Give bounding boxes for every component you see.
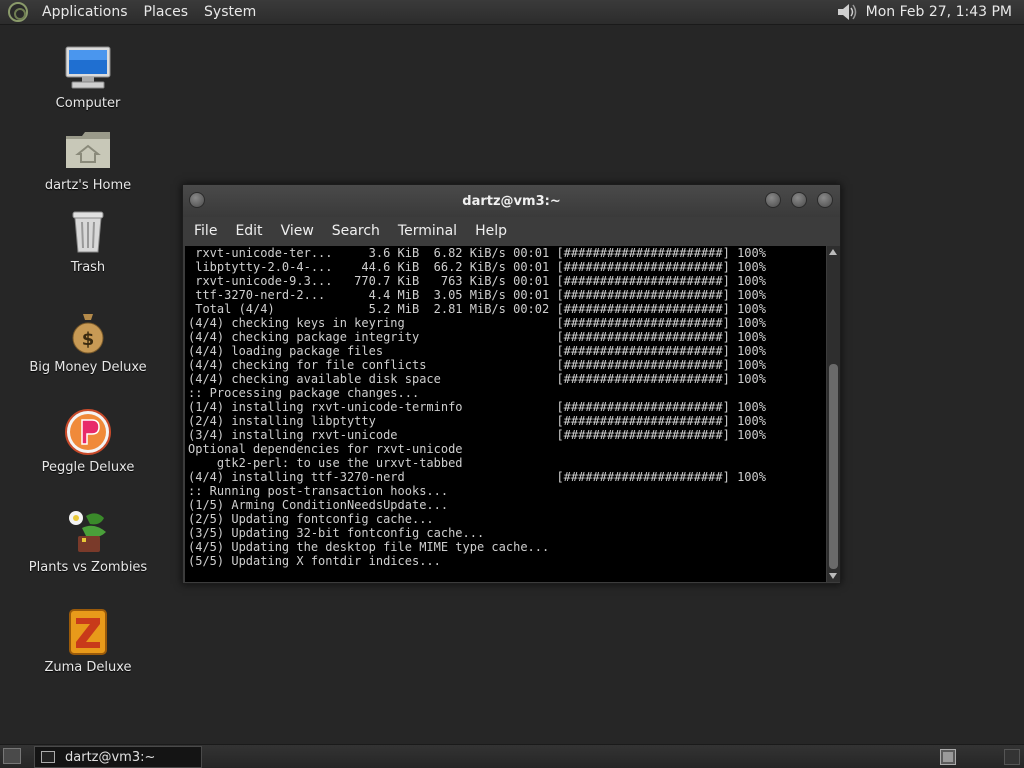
desktop-icon-zuma[interactable]: Zuma Deluxe xyxy=(18,608,158,675)
terminal-line: (4/4) checking available disk space [###… xyxy=(188,372,766,386)
terminal-line: rxvt-unicode-9.3... 770.7 KiB 763 KiB/s … xyxy=(188,274,766,288)
show-desktop-icon[interactable] xyxy=(3,748,21,764)
desktop-icon-label: Peggle Deluxe xyxy=(41,460,135,475)
plants-icon xyxy=(64,508,112,556)
desktop-icon-label: Zuma Deluxe xyxy=(44,660,132,675)
window-titlebar[interactable]: dartz@vm3:~ xyxy=(183,185,840,217)
zuma-icon xyxy=(64,608,112,656)
menu-terminal[interactable]: Terminal xyxy=(389,223,466,239)
window-menu-icon[interactable] xyxy=(189,192,205,208)
terminal-line: (4/4) checking for file conflicts [#####… xyxy=(188,358,766,372)
terminal-scrollbar[interactable] xyxy=(827,246,840,582)
terminal-line: (4/4) installing ttf-3270-nerd [########… xyxy=(188,470,766,484)
terminal-line: (2/4) installing libptytty [############… xyxy=(188,414,766,428)
terminal-line: (3/4) installing rxvt-unicode [#########… xyxy=(188,428,766,442)
minimize-button[interactable] xyxy=(765,192,781,208)
trash-applet-icon[interactable] xyxy=(1004,749,1020,765)
terminal-menubar: File Edit View Search Terminal Help xyxy=(183,217,840,244)
volume-icon[interactable] xyxy=(836,2,858,22)
desktop-icon-home[interactable]: dartz's Home xyxy=(18,126,158,193)
terminal-line: (4/4) checking keys in keyring [########… xyxy=(188,316,766,330)
trash-icon xyxy=(64,208,112,256)
top-panel: Applications Places System Mon Feb 27, 1… xyxy=(0,0,1024,25)
desktop-icon-label: Plants vs Zombies xyxy=(28,560,148,575)
terminal-window[interactable]: dartz@vm3:~ File Edit View Search Termin… xyxy=(182,184,841,584)
terminal-output[interactable]: rxvt-unicode-ter... 3.6 KiB 6.82 KiB/s 0… xyxy=(185,246,826,582)
desktop-icon-trash[interactable]: Trash xyxy=(18,208,158,275)
terminal-line: (4/4) checking package integrity [######… xyxy=(188,330,766,344)
workspace-switcher[interactable] xyxy=(940,749,956,765)
terminal-line: libptytty-2.0-4-... 44.6 KiB 66.2 KiB/s … xyxy=(188,260,766,274)
menu-file[interactable]: File xyxy=(185,223,226,239)
terminal-line: (1/5) Arming ConditionNeedsUpdate... xyxy=(188,498,449,512)
desktop-icon-computer[interactable]: Computer xyxy=(18,44,158,111)
terminal-line: :: Running post-transaction hooks... xyxy=(188,484,449,498)
menu-view[interactable]: View xyxy=(272,223,323,239)
home-folder-icon xyxy=(64,126,112,174)
desktop-icon-label: Big Money Deluxe xyxy=(29,360,147,375)
clock[interactable]: Mon Feb 27, 1:43 PM xyxy=(866,4,1012,20)
bottom-panel: dartz@vm3:~ xyxy=(0,744,1024,768)
panel-tray: Mon Feb 27, 1:43 PM xyxy=(836,2,1024,22)
menu-edit[interactable]: Edit xyxy=(226,223,271,239)
menu-system[interactable]: System xyxy=(196,0,264,25)
terminal-line: rxvt-unicode-ter... 3.6 KiB 6.82 KiB/s 0… xyxy=(188,246,766,260)
menu-help[interactable]: Help xyxy=(466,223,516,239)
terminal-icon xyxy=(41,751,55,763)
desktop-icon-plants-vs-zombies[interactable]: Plants vs Zombies xyxy=(18,508,158,575)
terminal-line: ttf-3270-nerd-2... 4.4 MiB 3.05 MiB/s 00… xyxy=(188,288,766,302)
desktop-icon-big-money[interactable]: $ Big Money Deluxe xyxy=(18,308,158,375)
scroll-thumb[interactable] xyxy=(829,364,838,569)
menu-search[interactable]: Search xyxy=(323,223,389,239)
distro-logo-icon[interactable] xyxy=(8,2,28,22)
terminal-line: gtk2-perl: to use the urxvt-tabbed xyxy=(188,456,463,470)
desktop-icon-peggle[interactable]: Peggle Deluxe xyxy=(18,408,158,475)
terminal-line: (5/5) Updating X fontdir indices... xyxy=(188,554,441,568)
peggle-icon xyxy=(64,408,112,456)
terminal-line: (1/4) installing rxvt-unicode-terminfo [… xyxy=(188,400,766,414)
computer-icon xyxy=(64,44,112,92)
money-bag-icon: $ xyxy=(64,308,112,356)
desktop-icon-label: Computer xyxy=(55,96,121,111)
terminal-line: Total (4/4) 5.2 MiB 2.81 MiB/s 00:02 [##… xyxy=(188,302,766,316)
terminal-line: (4/4) loading package files [###########… xyxy=(188,344,766,358)
terminal-line: (2/5) Updating fontconfig cache... xyxy=(188,512,434,526)
scroll-down-icon[interactable] xyxy=(829,573,837,579)
terminal-line: (4/5) Updating the desktop file MIME typ… xyxy=(188,540,550,554)
scroll-up-icon[interactable] xyxy=(829,249,837,255)
svg-text:$: $ xyxy=(82,329,95,350)
taskbar-item-terminal[interactable]: dartz@vm3:~ xyxy=(34,746,202,768)
menu-applications[interactable]: Applications xyxy=(34,0,136,25)
menu-places[interactable]: Places xyxy=(136,0,197,25)
window-title: dartz@vm3:~ xyxy=(462,193,561,209)
terminal-line: (3/5) Updating 32-bit fontconfig cache..… xyxy=(188,526,485,540)
desktop-icon-label: dartz's Home xyxy=(44,178,132,193)
maximize-button[interactable] xyxy=(791,192,807,208)
close-button[interactable] xyxy=(817,192,833,208)
terminal-line: :: Processing package changes... xyxy=(188,386,420,400)
terminal-line: Optional dependencies for rxvt-unicode xyxy=(188,442,463,456)
taskbar-item-label: dartz@vm3:~ xyxy=(65,749,156,765)
desktop-icon-label: Trash xyxy=(70,260,106,275)
